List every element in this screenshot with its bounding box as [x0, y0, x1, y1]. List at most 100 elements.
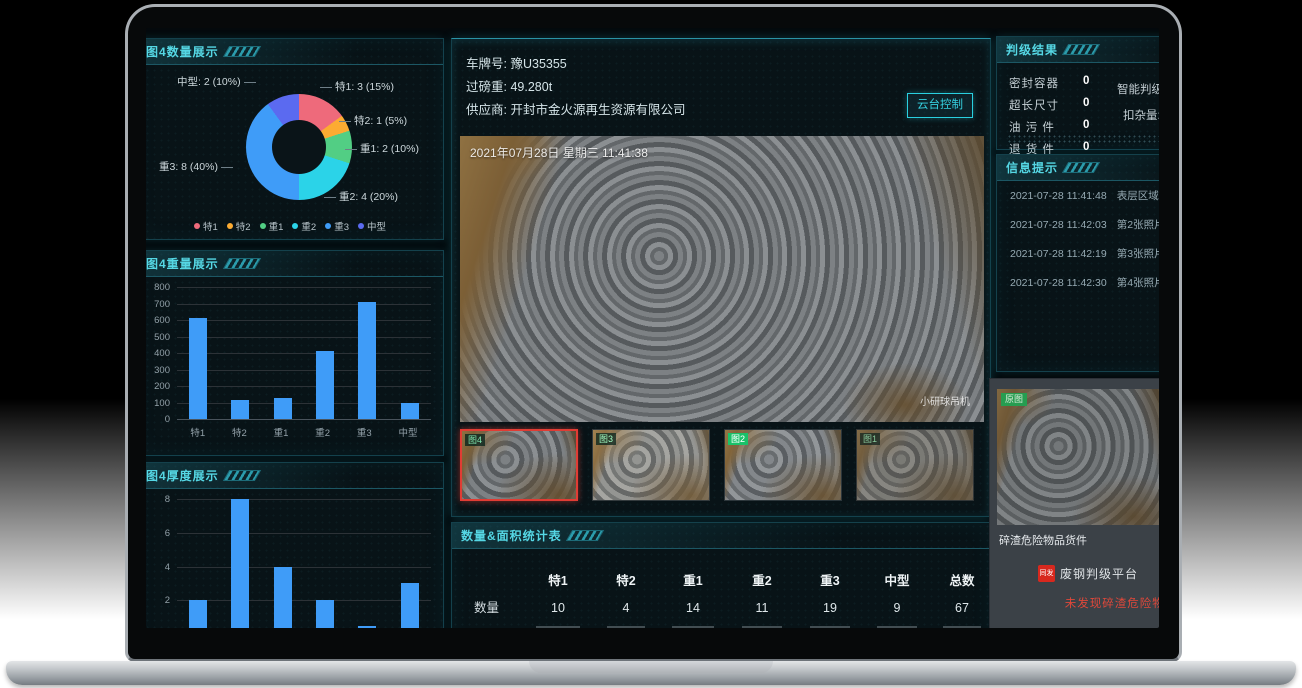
thumbnail-badge: 图3: [596, 433, 616, 445]
y-tick-label: 600: [154, 315, 170, 326]
laptop-screen: 图4数量展示 特1: 3 (15%) 特2: 1 (5%) 重1: 2 (10%…: [146, 28, 1159, 628]
bar: [401, 583, 419, 628]
hatch-decoration-icon: [1062, 44, 1100, 55]
platform-name: 废钢判级平台: [1060, 565, 1138, 582]
log-entry: 2021-07-28 11:42:30第4张照片表层判级: [1010, 275, 1159, 290]
table-clipped-cell: [943, 623, 981, 628]
table-clipped-cell: [810, 623, 851, 628]
table-value-cell: 10: [522, 596, 594, 620]
y-tick-label: 700: [154, 299, 170, 310]
panel-title: 图4数量展示: [146, 43, 219, 60]
panel-title: 判级结果: [1006, 41, 1058, 58]
ptz-control-button[interactable]: 云台控制: [907, 93, 973, 118]
platform-logo-icon: 同发: [1038, 565, 1055, 582]
table-value-cell: 9: [864, 596, 930, 620]
laptop-base: [6, 661, 1296, 685]
donut-chart: [246, 94, 352, 200]
table-row-label: 数量: [464, 596, 522, 620]
thumbnail-图4[interactable]: 图4: [460, 429, 578, 501]
legend-dot-icon: [358, 223, 364, 229]
y-axis: 0100200300400500600700800: [147, 287, 173, 419]
pie-callout: 重1: 2 (10%): [360, 141, 419, 156]
photo-thumbnails: 图4 图3 图2图1: [460, 429, 974, 501]
plot-area: [177, 499, 431, 628]
bar: [316, 600, 334, 628]
table-row-label: 面积: [464, 623, 522, 628]
thumbnail-badge: 图4: [465, 434, 485, 446]
legend-item[interactable]: 中型: [358, 219, 386, 233]
legend-item[interactable]: 重3: [325, 219, 349, 233]
pie-callout: 重2: 4 (20%): [339, 189, 398, 204]
hatch-decoration-icon: [223, 470, 261, 481]
y-axis: 02468: [147, 499, 173, 628]
y-tick-label: 800: [154, 282, 170, 293]
x-category-label: 重1: [274, 425, 289, 439]
weight-label: 过磅重:: [466, 80, 507, 94]
photo-watermark: 小研球吊机: [920, 393, 970, 408]
thumbnail-图2[interactable]: 图2: [724, 429, 842, 501]
panel-title: 图4重量展示: [146, 255, 219, 272]
panel-image4-quantity: 图4数量展示 特1: 3 (15%) 特2: 1 (5%) 重1: 2 (10%…: [146, 38, 444, 240]
x-category-label: 中型: [399, 425, 418, 439]
pie-legend: 特1 特2 重1 重2 重3 中型: [146, 219, 443, 233]
bar: [316, 351, 334, 419]
bar: [274, 398, 292, 419]
dashboard: 图4数量展示 特1: 3 (15%) 特2: 1 (5%) 重1: 2 (10%…: [146, 28, 1159, 628]
thumbnail-图1[interactable]: 图1: [856, 429, 974, 501]
legend-item[interactable]: 重2: [292, 219, 316, 233]
panel-stat-table: 数量&面积统计表 特1特2重1重2重3中型总数数量104141119967面积: [451, 522, 991, 628]
grade-row: 超长尺寸 0: [1009, 97, 1059, 113]
table-header-cell: 重1: [658, 569, 728, 593]
legend-label: 重3: [334, 219, 349, 233]
legend-item[interactable]: 特1: [194, 219, 218, 233]
log-entry: 2021-07-28 11:41:48表层区域计算成功: [1010, 188, 1159, 203]
log-time: 2021-07-28 11:42:19: [1010, 248, 1107, 260]
table-header-cell: 总数: [930, 569, 994, 593]
bar: [231, 400, 249, 419]
y-tick-label: 200: [154, 381, 170, 392]
y-tick-label: 0: [165, 414, 170, 425]
panel-header: 判级结果: [997, 37, 1159, 63]
legend-label: 特2: [236, 219, 251, 233]
legend-item[interactable]: 重1: [260, 219, 284, 233]
legend-label: 重1: [269, 219, 284, 233]
pie-callout: 特2: 1 (5%): [354, 113, 407, 128]
laptop-base-notch: [529, 661, 773, 673]
grade-value: 0: [1083, 119, 1089, 131]
grade-extra-smart: 智能判级:: [1117, 81, 1159, 97]
bar: [189, 600, 207, 628]
legend-label: 重2: [301, 219, 316, 233]
y-tick-label: 2: [165, 595, 170, 606]
platform-row: 同发 废钢判级平台: [1038, 565, 1138, 582]
stat-table: 特1特2重1重2重3中型总数数量104141119967面积: [464, 569, 984, 628]
plate-value: 豫U35355: [510, 57, 566, 71]
weight-value: 49.280t: [510, 80, 552, 94]
plot-area: [177, 287, 431, 419]
detect-caption: 碎渣危险物品货件: [999, 532, 1087, 548]
log-time: 2021-07-28 11:41:48: [1010, 190, 1107, 202]
x-category-label: 特1: [190, 425, 205, 439]
bar: [358, 302, 376, 419]
hatch-decoration-icon: [1062, 162, 1100, 173]
log-text: 第2张照片表层判级: [1117, 219, 1159, 231]
table-clipped-cell: [742, 623, 783, 628]
table-corner-cell: [464, 569, 522, 593]
vehicle-info: 车牌号: 豫U35355 过磅重: 49.280t 供应商: 开封市金火源再生资…: [466, 53, 685, 122]
legend-item[interactable]: 特2: [227, 219, 251, 233]
panel-info-log: 信息提示 2021-07-28 11:41:48表层区域计算成功2021-07-…: [996, 154, 1159, 372]
dotted-texture: [1007, 134, 1159, 144]
x-category-label: 特2: [232, 425, 247, 439]
y-tick-label: 100: [154, 398, 170, 409]
plate-label: 车牌号:: [466, 57, 507, 71]
hatch-decoration-icon: [223, 258, 261, 269]
panel-image4-thickness: 图4厚度展示 02468特1特2重1重2重3中型: [146, 462, 444, 628]
detect-alert-text: 未发现碎渣危险物件: [990, 595, 1159, 611]
detect-source-image: 原图: [997, 389, 1159, 525]
bar-columns: [177, 499, 431, 628]
table-value-cell: 11: [728, 596, 796, 620]
thumbnail-图3[interactable]: 图3: [592, 429, 710, 501]
log-time: 2021-07-28 11:42:03: [1010, 219, 1107, 231]
photo-timestamp: 2021年07月28日 星期三 11:41:38: [470, 144, 648, 161]
x-category-label: 重3: [357, 425, 372, 439]
legend-dot-icon: [292, 223, 298, 229]
